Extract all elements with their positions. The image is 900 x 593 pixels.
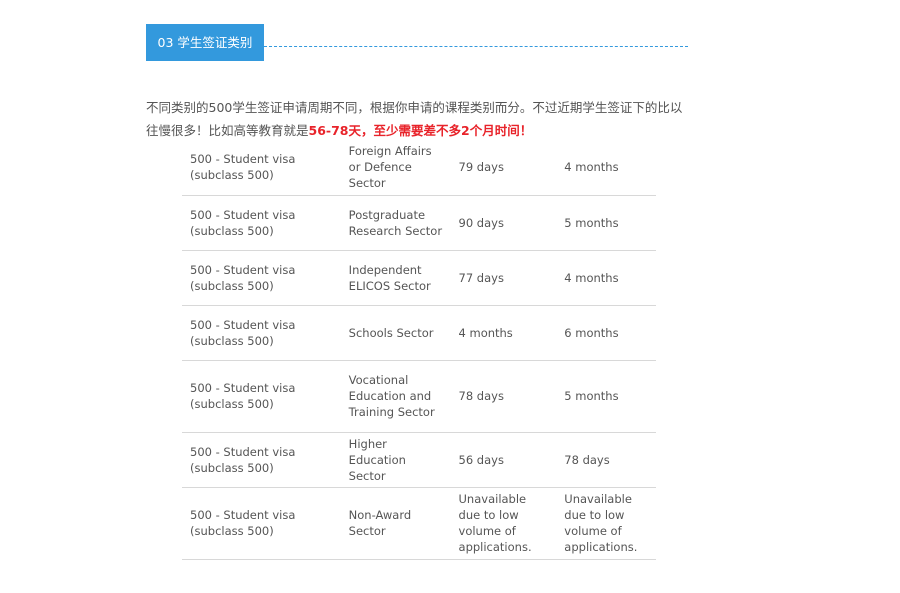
processing-times-table: 500 - Student visa (subclass 500) Foreig… xyxy=(182,140,656,560)
table-row: 500 - Student visa (subclass 500) School… xyxy=(182,305,656,361)
time-cell-a: 79 days xyxy=(450,140,557,196)
time-cell-b: Unavailable due to low volume of applica… xyxy=(556,487,656,560)
visa-cell: 500 - Student visa (subclass 500) xyxy=(182,305,341,361)
section-header: 03 学生签证类别 xyxy=(146,24,688,61)
visa-cell: 500 - Student visa (subclass 500) xyxy=(182,250,341,306)
time-cell-a: Unavailable due to low volume of applica… xyxy=(450,487,557,560)
time-cell-b: 78 days xyxy=(556,432,656,488)
time-cell-b: 5 months xyxy=(556,360,656,433)
table-row: 500 - Student visa (subclass 500) Postgr… xyxy=(182,195,656,251)
sector-cell: Non-Award Sector xyxy=(340,487,451,560)
table-row: 500 - Student visa (subclass 500) Vocati… xyxy=(182,360,656,433)
visa-cell: 500 - Student visa (subclass 500) xyxy=(182,487,341,560)
table-row: 500 - Student visa (subclass 500) Indepe… xyxy=(182,250,656,306)
time-cell-a: 4 months xyxy=(450,305,557,361)
table-row: 500 - Student visa (subclass 500) Higher… xyxy=(182,432,656,488)
visa-cell: 500 - Student visa (subclass 500) xyxy=(182,360,341,433)
table-row: 500 - Student visa (subclass 500) Non-Aw… xyxy=(182,487,656,560)
section-tag: 03 学生签证类别 xyxy=(146,24,264,61)
table-row: 500 - Student visa (subclass 500) Foreig… xyxy=(182,140,656,196)
time-cell-a: 90 days xyxy=(450,195,557,251)
sector-cell: Schools Sector xyxy=(340,305,451,361)
visa-cell: 500 - Student visa (subclass 500) xyxy=(182,432,341,488)
visa-cell: 500 - Student visa (subclass 500) xyxy=(182,195,341,251)
time-cell-b: 4 months xyxy=(556,250,656,306)
time-cell-a: 56 days xyxy=(450,432,557,488)
visa-cell: 500 - Student visa (subclass 500) xyxy=(182,140,341,196)
intro-highlight: 56-78天，至少需要差不多2个月时间！ xyxy=(308,123,533,138)
sector-cell: Higher Education Sector xyxy=(340,432,451,488)
time-cell-a: 78 days xyxy=(450,360,557,433)
time-cell-b: 5 months xyxy=(556,195,656,251)
time-cell-b: 4 months xyxy=(556,140,656,196)
intro-paragraph: 不同类别的500学生签证申请周期不同，根据你申请的课程类别而分。不过近期学生签证… xyxy=(146,96,694,142)
sector-cell: Foreign Affairs or Defence Sector xyxy=(340,140,451,196)
sector-cell: Postgraduate Research Sector xyxy=(340,195,451,251)
section-divider xyxy=(264,46,688,47)
time-cell-a: 77 days xyxy=(450,250,557,306)
time-cell-b: 6 months xyxy=(556,305,656,361)
sector-cell: Vocational Education and Training Sector xyxy=(340,360,451,433)
sector-cell: Independent ELICOS Sector xyxy=(340,250,451,306)
